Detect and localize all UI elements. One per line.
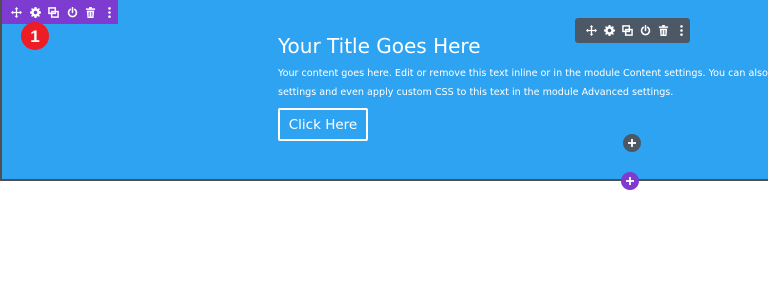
plus-icon xyxy=(626,177,634,185)
section-toolbar xyxy=(2,0,118,24)
power-icon xyxy=(67,6,77,17)
section[interactable]: 1 Your Title Goes Here Your content goes… xyxy=(0,0,768,181)
duplicate-icon xyxy=(48,6,60,18)
module-body-text[interactable]: Your content goes here. Edit or remove t… xyxy=(278,64,768,102)
plus-icon xyxy=(628,139,636,147)
move-icon xyxy=(11,6,23,18)
add-section-button[interactable] xyxy=(621,172,639,190)
section-delete-button[interactable] xyxy=(82,2,100,22)
module-title[interactable]: Your Title Goes Here xyxy=(278,34,481,58)
section-duplicate-button[interactable] xyxy=(45,2,63,22)
module-move-button[interactable] xyxy=(583,21,600,41)
more-icon xyxy=(107,6,111,18)
module-body-line: Your content goes here. Edit or remove t… xyxy=(278,68,768,79)
gear-icon xyxy=(604,25,615,36)
trash-icon xyxy=(658,25,669,36)
section-more-button[interactable] xyxy=(101,2,119,22)
move-icon xyxy=(586,25,597,36)
section-settings-button[interactable] xyxy=(27,2,45,22)
module-toolbar xyxy=(575,18,690,43)
add-module-button[interactable] xyxy=(623,134,641,152)
click-here-button[interactable]: Click Here xyxy=(278,108,368,141)
section-disable-button[interactable] xyxy=(64,2,82,22)
module-delete-button[interactable] xyxy=(655,21,672,41)
step-number-badge: 1 xyxy=(21,22,49,50)
gear-icon xyxy=(29,6,41,18)
more-icon xyxy=(680,25,683,36)
module-disable-button[interactable] xyxy=(637,21,654,41)
module-settings-button[interactable] xyxy=(601,21,618,41)
module-more-button[interactable] xyxy=(673,21,690,41)
module-duplicate-button[interactable] xyxy=(619,21,636,41)
section-move-button[interactable] xyxy=(8,2,26,22)
trash-icon xyxy=(86,6,96,18)
duplicate-icon xyxy=(622,25,633,36)
power-icon xyxy=(640,25,651,36)
module-body-line: settings and even apply custom CSS to th… xyxy=(278,87,674,98)
